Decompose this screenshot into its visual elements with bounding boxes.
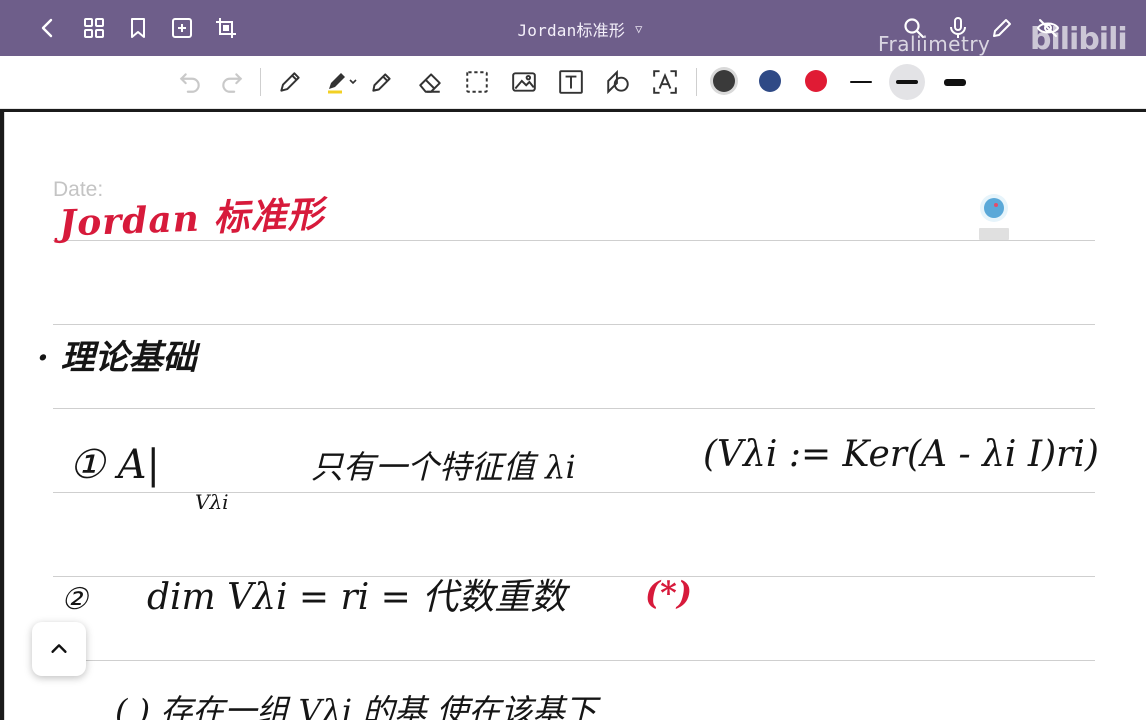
bookmark-icon[interactable]: [124, 14, 152, 42]
pencil-icon[interactable]: [366, 66, 398, 98]
stroke-medium[interactable]: [889, 64, 925, 100]
document-title-text: Jordan标准形: [517, 21, 626, 40]
color-swatch-red[interactable]: [805, 70, 827, 92]
handwritten-item3-partial: ( ) 存在一组 Vλi 的基 使在该基下: [115, 692, 597, 720]
uploader-watermark: Fraliimetry: [878, 32, 991, 56]
drawing-toolbar: [0, 56, 1146, 109]
toolbar-separator: [260, 68, 261, 96]
text-icon[interactable]: [555, 66, 587, 98]
ruled-line: [53, 324, 1095, 325]
handwritten-item1-label: ① A|: [69, 442, 160, 488]
crop-icon[interactable]: [212, 14, 240, 42]
laser-pointer-icon[interactable]: [977, 192, 1011, 244]
ruled-line: [53, 660, 1095, 661]
back-icon[interactable]: [34, 14, 62, 42]
stroke-thin[interactable]: [843, 64, 879, 100]
toolbar-separator: [696, 68, 697, 96]
pen-mode-icon[interactable]: [988, 14, 1016, 42]
handwritten-item2-label: ②: [61, 582, 88, 617]
redo-icon[interactable]: [216, 66, 248, 98]
chevron-up-icon: [51, 644, 67, 653]
color-swatch-blue[interactable]: [759, 70, 781, 92]
note-page[interactable]: Date: Jordan 标准形 · 理论基础 ① A| Vλi 只有一个特征值…: [4, 112, 1146, 720]
pen-icon[interactable]: [274, 66, 306, 98]
eraser-icon[interactable]: [414, 66, 446, 98]
document-title[interactable]: Jordan标准形 ▽: [460, 14, 700, 44]
shape-icon[interactable]: [602, 66, 634, 98]
handwritten-item2-text: dim Vλi = ri = 代数重数: [147, 577, 567, 618]
highlighter-icon[interactable]: [322, 66, 362, 98]
grid-icon[interactable]: [80, 14, 108, 42]
handwritten-line-basics: · 理论基础: [37, 338, 197, 378]
bilibili-logo: bilibili: [1030, 22, 1128, 57]
color-swatch-dark[interactable]: [713, 70, 735, 92]
undo-icon[interactable]: [174, 66, 206, 98]
image-icon[interactable]: [508, 66, 540, 98]
lasso-select-icon[interactable]: [461, 66, 493, 98]
handwritten-item2-mark: (*): [645, 574, 693, 612]
handwritten-title: Jordan 标准形: [58, 193, 325, 245]
ocr-text-icon[interactable]: [649, 66, 681, 98]
top-bar: Jordan标准形 ▽ Fraliimetry bilibili: [0, 0, 1146, 57]
collapse-toolbar-button[interactable]: [32, 622, 86, 676]
handwritten-item1-subscript: Vλi: [195, 490, 229, 514]
stroke-thick[interactable]: [937, 64, 973, 100]
handwritten-item1-description: 只有一个特征值 λi: [311, 448, 576, 486]
ruled-line: [53, 408, 1095, 409]
notes-app: Jordan标准形 ▽ Fraliimetry bilibili Date: J…: [0, 0, 1146, 720]
handwritten-item1-definition: (Vλi := Ker(A - λi I)ri): [703, 434, 1099, 475]
chevron-down-icon: ▽: [635, 22, 643, 36]
add-page-icon[interactable]: [168, 14, 196, 42]
